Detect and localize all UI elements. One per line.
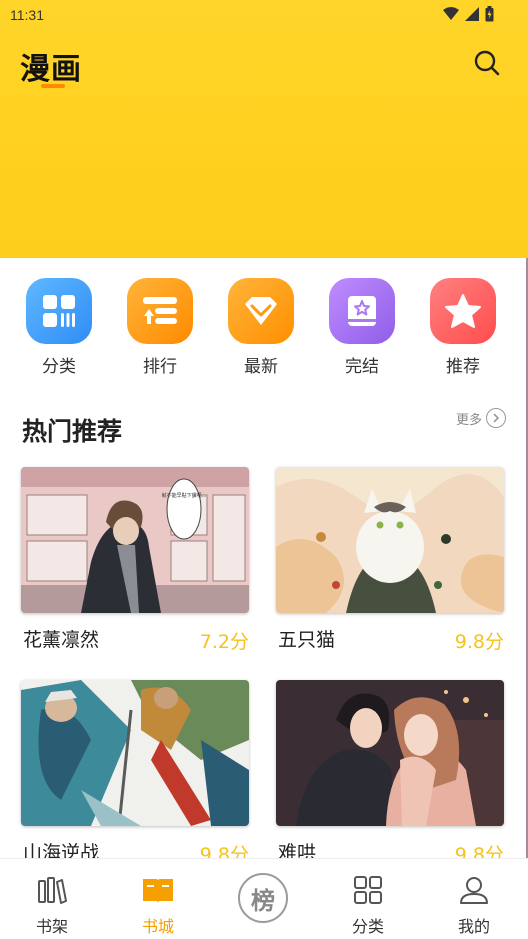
bookshelf-icon (35, 873, 69, 907)
quick-nav-label: 推荐 (446, 357, 480, 377)
open-book-icon (141, 873, 175, 907)
rank-badge-icon[interactable]: 榜 (238, 873, 288, 923)
grid-icon (26, 278, 92, 344)
comic-cover[interactable] (276, 467, 504, 613)
status-bar: 11:31 (0, 0, 528, 30)
comic-cover[interactable] (21, 680, 249, 826)
chevron-right-icon (486, 408, 506, 428)
tab-label: 我的 (457, 917, 490, 936)
comic-card[interactable]: 就不能早點下課嗎... 花薰凛然 7.2分 (21, 467, 249, 653)
rank-list-icon (127, 278, 193, 344)
tab-label: 分类 (351, 917, 384, 936)
search-button[interactable] (472, 48, 502, 78)
comic-title: 五只猫 (278, 629, 336, 651)
tab-bookstore[interactable]: 书城 (128, 873, 188, 937)
tab-bookshelf[interactable]: 书架 (22, 873, 82, 937)
section-title: 热门推荐 (22, 417, 123, 446)
tab-profile[interactable]: 我的 (444, 873, 504, 937)
comic-title: 花薰凛然 (23, 629, 100, 651)
comic-card[interactable]: 山海逆战 9.8分 (21, 680, 249, 866)
battery-icon (485, 6, 494, 22)
quick-nav-label: 完结 (345, 357, 379, 377)
star-book-icon (329, 278, 395, 344)
comic-card[interactable]: 五只猫 9.8分 (276, 467, 504, 653)
quick-nav-label: 分类 (42, 357, 76, 377)
title-underline (41, 84, 65, 88)
quick-nav-finished[interactable]: 完结 (329, 278, 395, 377)
comic-cover[interactable]: 就不能早點下課嗎... (21, 467, 249, 613)
category-grid-icon (351, 873, 385, 907)
page-title: 漫画 (20, 52, 82, 87)
star-icon (430, 278, 496, 344)
quick-nav-rank[interactable]: 排行 (127, 278, 193, 377)
more-link[interactable]: 更多 (456, 408, 506, 428)
search-icon (474, 50, 500, 76)
status-time: 11:31 (10, 7, 44, 23)
tab-label: 书架 (35, 917, 68, 936)
wifi-icon (443, 7, 459, 20)
comic-cover[interactable] (276, 680, 504, 826)
quick-nav: 分类 排行 最新 完结 推荐 (0, 278, 528, 378)
quick-nav-label: 最新 (244, 357, 278, 377)
tab-category[interactable]: 分类 (338, 873, 398, 937)
tab-label: 书城 (141, 917, 174, 936)
bottom-tabbar: 书架 书城 榜 分类 我的 (0, 858, 528, 939)
diamond-icon (228, 278, 294, 344)
comic-score: 9.8分 (454, 631, 504, 653)
user-icon (457, 873, 491, 907)
signal-icon (465, 7, 479, 21)
comic-card[interactable]: 难哄 9.8分 (276, 680, 504, 866)
header-banner: 11:31 漫画 (0, 0, 528, 258)
status-icons (443, 6, 494, 22)
comic-score: 7.2分 (199, 631, 249, 653)
speech-bubble-text: 就不能早點下課嗎... (162, 492, 207, 499)
rank-badge-label: 榜 (251, 886, 275, 915)
quick-nav-recommend[interactable]: 推荐 (430, 278, 496, 377)
quick-nav-label: 排行 (143, 357, 177, 377)
quick-nav-category[interactable]: 分类 (26, 278, 92, 377)
quick-nav-newest[interactable]: 最新 (228, 278, 294, 377)
more-label: 更多 (455, 412, 482, 428)
